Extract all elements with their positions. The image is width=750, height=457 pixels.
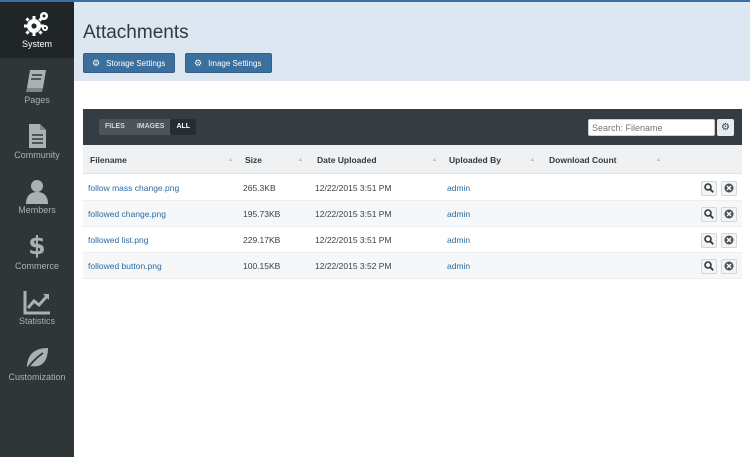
date-uploaded: 12/22/2015 3:52 PM <box>315 261 392 271</box>
sidebar-item-statistics[interactable]: Statistics <box>0 282 74 338</box>
sort-icon[interactable]: ▲ <box>530 157 535 163</box>
sidebar-item-label: System <box>21 39 52 49</box>
delete-button[interactable] <box>721 207 737 222</box>
sidebar-item-customization[interactable]: Customization <box>0 338 74 394</box>
column-header-size[interactable]: Size <box>245 155 262 165</box>
table-row: follow mass change.png 265.3KB 12/22/201… <box>83 175 742 201</box>
column-header-filename[interactable]: Filename <box>90 155 127 165</box>
view-button[interactable] <box>701 259 717 274</box>
uploader-link[interactable]: admin <box>447 183 470 193</box>
storage-settings-label: Storage Settings <box>106 59 166 68</box>
storage-settings-button[interactable]: ⚙ Storage Settings <box>83 53 175 73</box>
sidebar-item-community[interactable]: Community <box>0 114 74 170</box>
sidebar-item-label: Statistics <box>18 316 55 326</box>
search-icon <box>704 261 714 271</box>
sidebar-item-system[interactable]: System <box>0 2 74 58</box>
file-size: 100.15KB <box>243 261 281 271</box>
gear-icon: ⚙ <box>92 58 101 68</box>
file-type-filter: FILES IMAGES ALL <box>99 119 197 135</box>
file-size: 265.3KB <box>243 183 276 193</box>
delete-button[interactable] <box>721 181 737 196</box>
sidebar-item-label: Customization <box>8 372 66 382</box>
document-icon <box>29 124 46 148</box>
page-title: Attachments <box>83 22 189 43</box>
delete-button[interactable] <box>721 259 737 274</box>
file-size: 229.17KB <box>243 235 281 245</box>
top-accent-line <box>0 0 750 2</box>
column-header-download-count[interactable]: Download Count <box>549 155 617 165</box>
uploader-link[interactable]: admin <box>447 261 470 271</box>
column-header-uploaded-by[interactable]: Uploaded By <box>449 155 501 165</box>
view-button[interactable] <box>701 207 717 222</box>
sidebar: System Pages Community Members $ Commerc… <box>0 0 74 457</box>
gear-icon: ⚙ <box>721 122 730 133</box>
table-row: followed button.png 100.15KB 12/22/2015 … <box>83 253 742 279</box>
sort-icon[interactable]: ▲ <box>298 157 303 163</box>
sidebar-item-label: Pages <box>24 95 50 105</box>
gears-icon <box>24 12 48 36</box>
filter-files[interactable]: FILES <box>99 119 131 135</box>
dollar-icon: $ <box>28 231 46 260</box>
close-circle-icon <box>724 235 734 245</box>
gear-icon: ⚙ <box>194 58 203 68</box>
sidebar-item-pages[interactable]: Pages <box>0 58 74 114</box>
page-header: Attachments ⚙ Storage Settings ⚙ Image Set… <box>74 2 750 81</box>
filename-link[interactable]: followed button.png <box>88 261 162 271</box>
file-size: 195.73KB <box>243 209 281 219</box>
sidebar-item-commerce[interactable]: $ Commerce <box>0 226 74 282</box>
attachments-toolbar: FILES IMAGES ALL ⚙ <box>83 109 742 145</box>
chart-icon <box>23 291 50 315</box>
close-circle-icon <box>724 183 734 193</box>
table-header: Filename ▲ Size ▲ Date Uploaded ▲ Upload… <box>83 145 742 174</box>
table-row: followed list.png 229.17KB 12/22/2015 3:… <box>83 227 742 253</box>
uploader-link[interactable]: admin <box>447 209 470 219</box>
image-settings-button[interactable]: ⚙ Image Settings <box>185 53 272 73</box>
image-settings-label: Image Settings <box>208 59 262 68</box>
sort-icon[interactable]: ▲ <box>432 157 437 163</box>
close-circle-icon <box>724 209 734 219</box>
search-input[interactable] <box>588 119 715 136</box>
user-icon <box>26 180 48 204</box>
search-settings-button[interactable]: ⚙ <box>717 119 734 136</box>
filename-link[interactable]: follow mass change.png <box>88 183 179 193</box>
sort-icon[interactable]: ▲ <box>656 157 661 163</box>
search-icon <box>704 209 714 219</box>
sidebar-item-members[interactable]: Members <box>0 170 74 226</box>
close-circle-icon <box>724 261 734 271</box>
column-header-date-uploaded[interactable]: Date Uploaded <box>317 155 377 165</box>
uploader-link[interactable]: admin <box>447 235 470 245</box>
date-uploaded: 12/22/2015 3:51 PM <box>315 209 392 219</box>
sidebar-item-label: Commerce <box>14 261 59 271</box>
filter-all[interactable]: ALL <box>170 119 197 135</box>
date-uploaded: 12/22/2015 3:51 PM <box>315 183 392 193</box>
filename-link[interactable]: followed change.png <box>88 209 166 219</box>
date-uploaded: 12/22/2015 3:51 PM <box>315 235 392 245</box>
book-icon <box>26 70 46 92</box>
sidebar-item-label: Community <box>14 150 60 160</box>
delete-button[interactable] <box>721 233 737 248</box>
leaf-icon <box>25 348 48 371</box>
view-button[interactable] <box>701 233 717 248</box>
sort-icon[interactable]: ▲ <box>228 157 233 163</box>
search-icon <box>704 183 714 193</box>
table-row: followed change.png 195.73KB 12/22/2015 … <box>83 201 742 227</box>
filter-images[interactable]: IMAGES <box>131 119 171 135</box>
filename-link[interactable]: followed list.png <box>88 235 148 245</box>
search-icon <box>704 235 714 245</box>
view-button[interactable] <box>701 181 717 196</box>
sidebar-item-label: Members <box>18 205 56 215</box>
